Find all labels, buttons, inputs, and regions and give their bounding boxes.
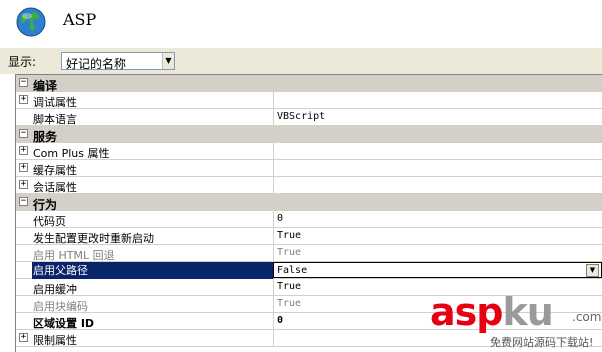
property-name: 启用缓冲 [33,283,77,296]
property-row[interactable]: + Com Plus 属性 [16,143,602,160]
row-gutter: + [16,177,32,193]
row-gutter [16,296,32,312]
property-name: 代码页 [33,215,66,228]
property-row[interactable]: 脚本语言 VBScript [16,109,602,126]
row-gutter [16,279,32,295]
row-gutter [16,211,32,227]
property-value: True [277,247,302,258]
watermark-logo: aspku [430,290,554,334]
collapse-icon[interactable]: − [19,129,28,138]
property-value-cell[interactable]: True [273,228,602,244]
row-gutter [16,109,32,125]
category-row[interactable]: − 行为 [16,194,602,212]
watermark-domain: .com [572,310,602,324]
property-name: 区域设置 ID [33,317,95,330]
expand-icon[interactable]: + [19,180,28,189]
row-gutter: − [16,126,32,142]
watermark-tagline: 免费网站源码下载站! [490,336,594,349]
property-row[interactable]: + 调试属性 [16,92,602,109]
property-name: 启用父路径 [32,262,273,279]
collapse-icon[interactable]: − [19,78,28,87]
property-name: 调试属性 [33,96,77,109]
row-gutter: + [16,143,32,159]
row-gutter: + [16,330,32,346]
row-gutter [16,228,32,244]
expand-icon[interactable]: + [19,163,28,172]
category-row[interactable]: − 编译 [16,75,602,93]
property-value-cell[interactable] [273,160,602,176]
row-gutter [16,313,32,329]
property-row[interactable]: 发生配置更改时重新启动 True [16,228,602,245]
property-row[interactable]: 启用 HTML 回退 True [16,245,602,262]
property-value-cell[interactable] [273,177,602,193]
display-label: 显示: [8,55,37,69]
row-gutter [16,262,32,278]
category-row[interactable]: − 服务 [16,126,602,144]
property-value: 0 [277,213,284,224]
property-value-cell[interactable] [273,143,602,159]
property-row[interactable]: 代码页 0 [16,211,602,228]
row-gutter: − [16,194,32,210]
property-name: 缓存属性 [33,164,77,177]
globe-icon [16,7,46,37]
expand-icon[interactable]: + [19,146,28,155]
property-name: 发生配置更改时重新启动 [33,232,154,245]
property-value: True [277,298,302,309]
display-select-value: 好记的名称 [66,57,127,71]
property-row[interactable]: + 缓存属性 [16,160,602,177]
property-row[interactable]: + 会话属性 [16,177,602,194]
property-value-cell[interactable]: False ▼ [273,262,602,278]
expand-icon[interactable]: + [19,95,28,104]
row-gutter: + [16,160,32,176]
row-gutter: + [16,92,32,108]
chevron-down-icon[interactable]: ▼ [162,53,174,69]
property-name: 会话属性 [33,181,77,194]
property-value: VBScript [277,111,326,122]
property-name: Com Plus 属性 [33,147,110,160]
property-value: False [277,265,308,276]
property-name: 启用 HTML 回退 [33,249,115,262]
property-value-cell[interactable] [273,92,602,108]
page-header: ASP [0,0,602,48]
property-value: True [277,281,302,292]
watermark: aspku .com 免费网站源码下载站! [430,290,602,352]
property-value-cell[interactable]: 0 [273,211,602,227]
row-gutter: − [16,75,32,91]
row-gutter [16,245,32,261]
property-value-cell[interactable]: True [273,245,602,261]
page-title: ASP [63,10,97,29]
collapse-icon[interactable]: − [19,197,28,206]
property-name: 限制属性 [33,334,77,347]
property-name: 脚本语言 [33,113,77,126]
property-value: 0 [277,315,284,326]
property-name: 启用块编码 [33,300,88,313]
dropdown-arrow-icon[interactable]: ▼ [586,264,599,277]
property-row[interactable]: 启用父路径 False ▼ [16,262,602,279]
expand-icon[interactable]: + [19,333,28,342]
property-value-cell[interactable]: VBScript [273,109,602,125]
property-value: True [277,230,302,241]
display-select[interactable]: 好记的名称 ▼ [61,52,175,71]
